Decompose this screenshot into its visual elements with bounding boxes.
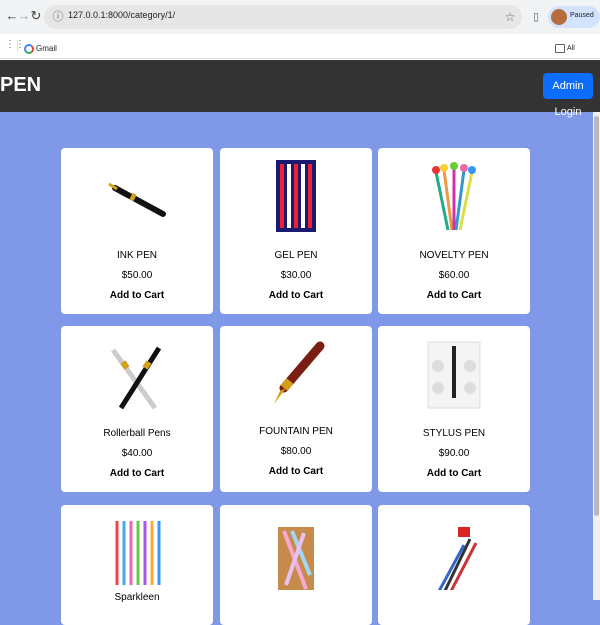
- product-price: $80.00: [280, 446, 312, 457]
- site-brand[interactable]: PEN: [0, 74, 41, 97]
- product-name: NOVELTY PEN: [419, 250, 489, 261]
- novelty-pen-image: [432, 162, 476, 231]
- product-card[interactable]: NOVELTY PEN $60.00 Add to Cart: [378, 148, 530, 314]
- product-card[interactable]: Rollerball Pens $40.00 Add to Cart: [61, 326, 213, 492]
- product-card[interactable]: STYLUS PEN $90.00 Add to Cart: [378, 326, 530, 492]
- browser-chrome: ← → ↻ ⓘ 127.0.0.1:8000/category/1/ ☆ ▯ P…: [0, 0, 600, 70]
- avatar: [551, 9, 567, 25]
- gel-pen-pack-image: [276, 160, 316, 232]
- address-bar[interactable]: ⓘ 127.0.0.1:8000/category/1/ ☆: [44, 5, 522, 29]
- reload-icon[interactable]: ↻: [28, 8, 44, 24]
- site-header: PEN: [0, 60, 600, 112]
- rollerball-pens-image: [110, 346, 162, 410]
- product-price: $60.00: [438, 270, 470, 281]
- add-to-cart-button[interactable]: Add to Cart: [378, 468, 530, 479]
- ink-pen-image: [108, 182, 166, 217]
- product-card[interactable]: Sparkleen: [61, 505, 213, 625]
- pastel-pens-image: [278, 527, 314, 590]
- fountain-pen-image: [274, 341, 325, 404]
- product-price: $30.00: [280, 270, 312, 281]
- product-card[interactable]: GEL PEN $30.00 Add to Cart: [220, 148, 372, 314]
- product-name: GEL PEN: [274, 250, 318, 261]
- url-text[interactable]: 127.0.0.1:8000/category/1/: [68, 10, 175, 20]
- product-card[interactable]: INK PEN $50.00 Add to Cart: [61, 148, 213, 314]
- extensions-icon[interactable]: ▯: [529, 9, 543, 25]
- admin-login-button[interactable]: Admin Login: [543, 73, 593, 118]
- profile-button[interactable]: Paused: [548, 6, 600, 28]
- bookmark-divider: [17, 40, 18, 52]
- site-info-icon[interactable]: ⓘ: [50, 9, 66, 25]
- add-to-cart-button[interactable]: Add to Cart: [220, 290, 372, 301]
- profile-status: Paused: [570, 12, 594, 19]
- add-to-cart-button[interactable]: Add to Cart: [61, 468, 213, 479]
- add-to-cart-button[interactable]: Add to Cart: [378, 290, 530, 301]
- sparkle-pens-image: [115, 521, 161, 585]
- product-name: Sparkleen: [114, 592, 160, 603]
- bookmark-star-icon[interactable]: ☆: [502, 9, 518, 25]
- colored-pen-set-image: [437, 527, 478, 590]
- product-price: $40.00: [121, 448, 153, 459]
- all-bookmarks[interactable]: All Bookmarks: [555, 40, 600, 70]
- bookmark-label: Gmail: [36, 44, 57, 54]
- product-card[interactable]: [220, 505, 372, 625]
- google-icon: [24, 43, 34, 54]
- stylus-pen-image: [427, 341, 481, 409]
- folder-icon: [555, 44, 565, 54]
- product-name: INK PEN: [116, 250, 157, 261]
- add-to-cart-button[interactable]: Add to Cart: [220, 466, 372, 477]
- apps-grid-icon[interactable]: ⋮⋮: [5, 40, 25, 50]
- bookmarks-bar: ⋮⋮ Gmail All Bookmarks: [0, 34, 600, 70]
- product-price: $50.00: [121, 270, 153, 281]
- browser-toolbar: ← → ↻ ⓘ 127.0.0.1:8000/category/1/ ☆ ▯ P…: [0, 0, 600, 34]
- scrollbar-thumb[interactable]: [594, 116, 599, 516]
- bookmark-gmail[interactable]: Gmail: [24, 40, 57, 54]
- product-card[interactable]: [378, 505, 530, 625]
- product-name: STYLUS PEN: [422, 428, 486, 439]
- product-card[interactable]: FOUNTAIN PEN $80.00 Add to Cart: [220, 326, 372, 492]
- product-name: FOUNTAIN PEN: [259, 426, 333, 437]
- product-name: Rollerball Pens: [103, 428, 171, 439]
- add-to-cart-button[interactable]: Add to Cart: [61, 290, 213, 301]
- product-price: $90.00: [438, 448, 470, 459]
